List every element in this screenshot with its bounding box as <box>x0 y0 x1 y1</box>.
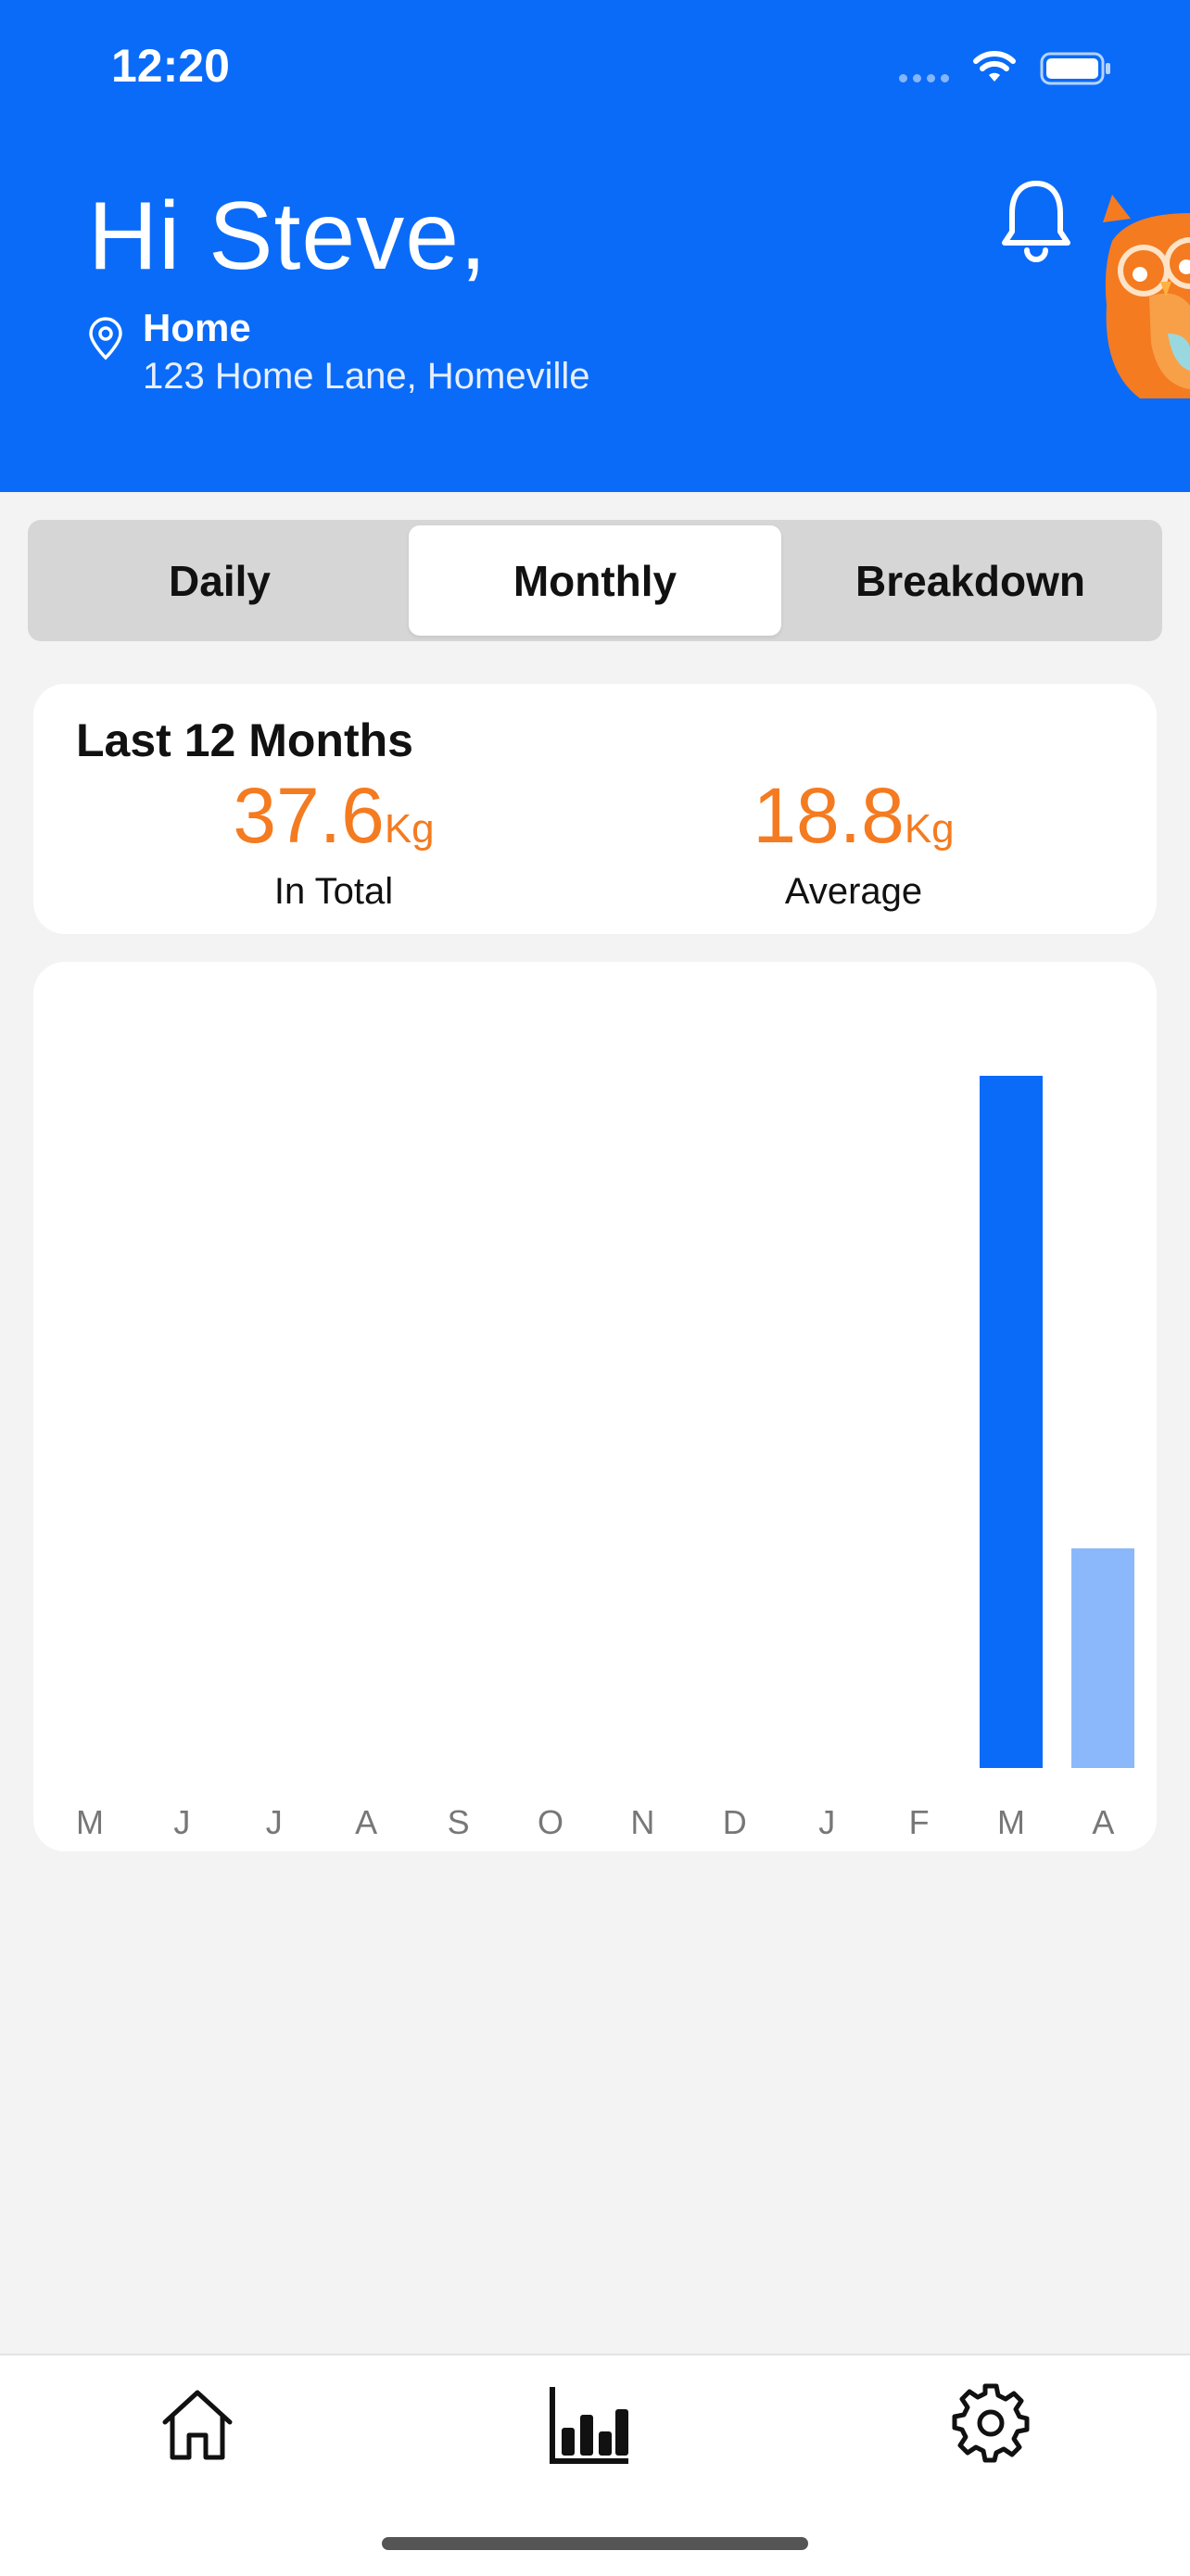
total-value: 37.6 <box>233 772 385 859</box>
average-unit: Kg <box>904 806 955 852</box>
month-label: D <box>722 1803 747 1841</box>
status-time: 12:20 <box>111 40 230 92</box>
segment-breakdown[interactable]: Breakdown <box>784 525 1157 636</box>
owl-mascot-icon <box>1103 195 1190 398</box>
monthly-bar-chart: MJJASONDJFMA <box>33 962 1157 1851</box>
month-label: N <box>630 1803 655 1841</box>
chart-bar <box>980 1075 1043 1768</box>
month-label: A <box>355 1803 378 1841</box>
month-label: M <box>76 1803 104 1841</box>
location-pin-icon <box>89 317 122 360</box>
chart-bar <box>1071 1547 1135 1768</box>
greeting: Hi Steve, <box>88 183 487 290</box>
month-label: J <box>818 1803 836 1841</box>
bar-chart-icon[interactable] <box>549 2383 632 2467</box>
home-indicator[interactable] <box>382 2537 808 2550</box>
month-label: A <box>1092 1803 1115 1841</box>
total-unit: Kg <box>384 806 435 852</box>
wifi-icon <box>973 51 1016 82</box>
cellular-signal-icon <box>899 74 949 82</box>
period-segmented-control: Daily Monthly Breakdown <box>28 520 1162 641</box>
total-value-line: 37.6Kg <box>148 777 519 854</box>
month-label: M <box>997 1803 1025 1841</box>
location-address[interactable]: 123 Home Lane, Homeville <box>143 356 589 398</box>
bell-icon[interactable] <box>997 176 1075 265</box>
month-label: S <box>447 1803 470 1841</box>
month-label: O <box>537 1803 563 1841</box>
gear-icon[interactable] <box>951 2383 1031 2463</box>
month-label: F <box>908 1803 930 1841</box>
average-stat: 18.8Kg Average <box>668 777 1039 913</box>
segment-monthly[interactable]: Monthly <box>409 525 781 636</box>
segment-daily[interactable]: Daily <box>33 525 406 636</box>
battery-icon <box>1040 52 1110 85</box>
month-label: J <box>265 1803 283 1841</box>
summary-card: Last 12 Months 37.6Kg In Total 18.8Kg Av… <box>33 684 1157 934</box>
average-value: 18.8 <box>753 772 905 859</box>
month-label: J <box>173 1803 191 1841</box>
location-name[interactable]: Home <box>143 306 251 350</box>
summary-title: Last 12 Months <box>76 714 413 766</box>
average-label: Average <box>784 871 923 912</box>
home-icon[interactable] <box>158 2383 237 2463</box>
total-stat: 37.6Kg In Total <box>148 777 519 913</box>
total-label: In Total <box>273 871 394 912</box>
header: 12:20 Hi Steve, Home 123 Home Lane, Home… <box>0 0 1190 492</box>
average-value-line: 18.8Kg <box>668 777 1039 854</box>
